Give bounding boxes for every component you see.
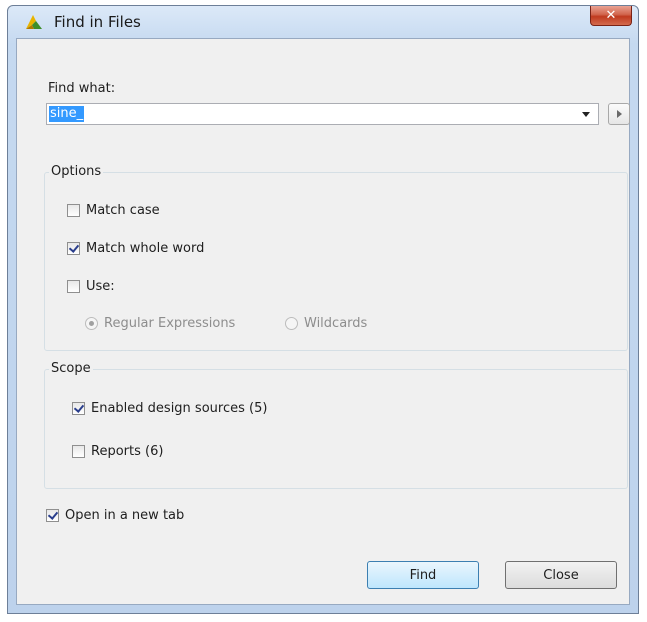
chevron-down-icon[interactable]: [582, 112, 590, 117]
options-legend: Options: [49, 164, 104, 179]
window-title: Find in Files: [54, 13, 141, 31]
find-what-label: Find what:: [48, 81, 116, 96]
regex-option: Regular Expressions: [85, 316, 235, 331]
close-window-button[interactable]: ✕: [590, 6, 632, 26]
close-icon: ✕: [605, 8, 617, 23]
open-new-tab-checkbox[interactable]: [46, 509, 59, 522]
enabled-design-sources-checkbox[interactable]: [72, 402, 85, 415]
match-whole-word-checkbox[interactable]: [67, 242, 80, 255]
open-new-tab-label[interactable]: Open in a new tab: [65, 508, 184, 523]
match-case-option[interactable]: Match case: [67, 203, 160, 218]
match-case-checkbox[interactable]: [67, 204, 80, 217]
scope-legend: Scope: [49, 361, 93, 376]
play-arrow-icon: [617, 110, 622, 118]
wildcards-radio: [285, 317, 298, 330]
match-whole-word-label[interactable]: Match whole word: [86, 241, 204, 256]
use-option[interactable]: Use:: [67, 279, 115, 294]
enabled-design-sources-option[interactable]: Enabled design sources (5): [72, 401, 267, 416]
wildcards-option: Wildcards: [285, 316, 367, 331]
close-button[interactable]: Close: [505, 561, 617, 589]
find-button[interactable]: Find: [367, 561, 479, 589]
use-checkbox[interactable]: [67, 280, 80, 293]
match-case-label[interactable]: Match case: [86, 203, 160, 218]
reports-checkbox[interactable]: [72, 445, 85, 458]
open-new-tab-option[interactable]: Open in a new tab: [46, 508, 184, 523]
match-whole-word-option[interactable]: Match whole word: [67, 241, 204, 256]
title-bar: Find in Files ✕: [8, 6, 638, 38]
regex-label: Regular Expressions: [104, 316, 236, 331]
vivado-app-icon: [24, 12, 44, 32]
options-group: Options Match case Match whole word Use:…: [44, 164, 628, 351]
use-label[interactable]: Use:: [86, 279, 115, 294]
find-in-files-dialog: Find in Files ✕ Find what: sine_ Options…: [7, 5, 639, 614]
find-what-combobox[interactable]: sine_: [46, 103, 599, 125]
reports-label[interactable]: Reports (6): [91, 444, 163, 459]
wildcards-label: Wildcards: [304, 316, 368, 331]
find-what-text[interactable]: sine_: [49, 106, 85, 122]
history-button[interactable]: [608, 103, 630, 125]
dialog-body: Find what: sine_ Options Match case Matc…: [16, 38, 630, 605]
scope-group: Scope Enabled design sources (5) Reports…: [44, 361, 628, 489]
reports-option[interactable]: Reports (6): [72, 444, 163, 459]
regex-radio: [85, 317, 98, 330]
enabled-design-sources-label[interactable]: Enabled design sources (5): [91, 401, 267, 416]
